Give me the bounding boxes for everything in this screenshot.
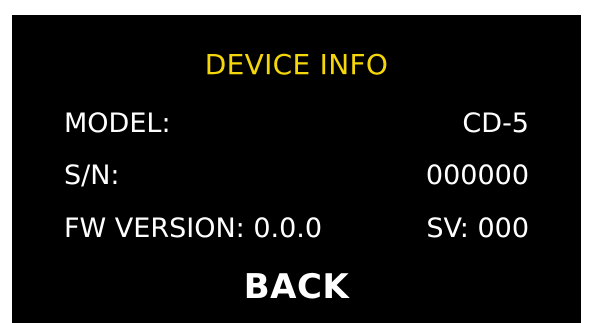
model-value: CD-5 (462, 108, 529, 139)
screen-title: DEVICE INFO (204, 48, 389, 81)
firmware-version-label: FW VERSION: 0.0.0 (64, 213, 323, 244)
model-label: MODEL: (64, 108, 171, 139)
back-button[interactable]: BACK (12, 267, 581, 307)
device-info-screen: DEVICE INFO MODEL: CD-5 S/N: 000000 FW V… (12, 15, 581, 323)
software-version-value: SV: 000 (426, 213, 529, 244)
serial-number-label: S/N: (64, 160, 120, 191)
serial-number-value: 000000 (425, 160, 529, 191)
